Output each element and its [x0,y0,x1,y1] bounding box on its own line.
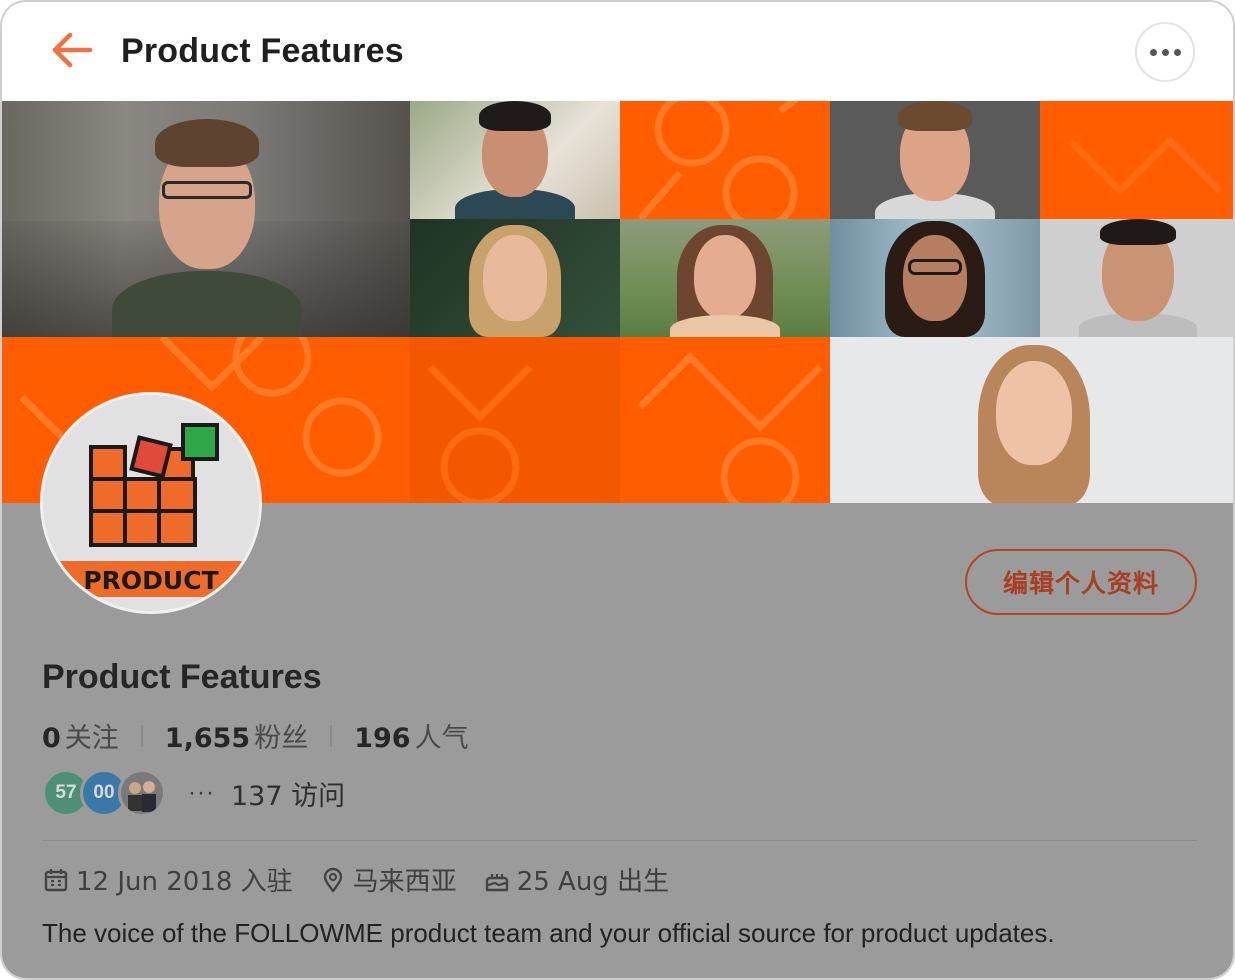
cover-pattern-tile [620,337,830,503]
cover-photo-woman-blonde [410,219,620,337]
stat-divider [330,724,333,747]
visit-count: 137 访问 [230,780,346,812]
profile-avatar[interactable]: PRODUCT [40,392,262,614]
more-visitors-icon: ··· [188,779,215,806]
profile-name: Product Features [42,658,322,696]
profile-bio: The voice of the FOLLOWME product team a… [42,918,1055,948]
edit-profile-button[interactable]: 编辑个人资料 [965,549,1197,615]
visitor-avatar[interactable] [118,769,166,817]
location: 马来西亚 [319,861,457,898]
cover-photo-man-smiling [410,101,620,219]
stat-label: 粉丝 [254,723,309,754]
recent-visitors[interactable]: 57 00 ··· 137 访问 [42,769,345,817]
stat-followers[interactable]: 1,655 粉丝 [165,716,308,755]
stat-value: 196 [354,723,411,754]
birthday: 25 Aug 出生 [483,861,669,898]
arrow-left-icon [52,32,93,68]
more-horizontal-icon [1149,48,1157,56]
stat-popularity[interactable]: 196 人气 [354,716,468,755]
back-button[interactable] [50,30,94,70]
cover-photo-woman-glasses [830,219,1040,337]
divider [42,840,1197,841]
app-window: Product Features 编辑个人资料 Product Features… [0,0,1235,980]
location-pin-icon [323,867,342,892]
birthday-text: 25 Aug 出生 [516,867,670,897]
cover-pattern-tile [620,101,830,219]
product-logo: PRODUCT [43,395,259,611]
stat-label: 关注 [64,723,119,754]
cover-pattern-tile [410,337,620,503]
profile-stats: 0 关注 1,655 粉丝 196 人气 [42,716,469,755]
stat-value: 0 [42,723,61,754]
cover-photo-woman-park [620,219,830,337]
page-title: Product Features [121,32,404,70]
logo-text: PRODUCT [83,566,218,595]
cover-pattern-tile [1040,101,1233,219]
cover-photo-man-glasses [2,101,410,337]
profile-meta: 12 Jun 2018 入驻 马来西亚 25 Aug 出生 [42,861,695,898]
visitor-photo [121,772,163,814]
stat-value: 1,655 [164,723,251,754]
cover-photo-woman-white-bg [830,337,1233,503]
joined-date: 12 Jun 2018 入驻 [42,861,293,898]
cake-icon [485,873,508,891]
calendar-icon [44,868,68,891]
joined-text: 12 Jun 2018 入驻 [76,867,293,897]
stat-following[interactable]: 0 关注 [42,716,119,755]
location-text: 马来西亚 [352,867,457,897]
stat-label: 人气 [414,723,469,754]
cover-photo-man-grey [830,101,1040,219]
cover-photo-man-laughing [1040,219,1233,337]
more-options-button[interactable] [1135,22,1195,82]
stat-divider [140,724,143,747]
top-bar: Product Features [2,2,1233,101]
